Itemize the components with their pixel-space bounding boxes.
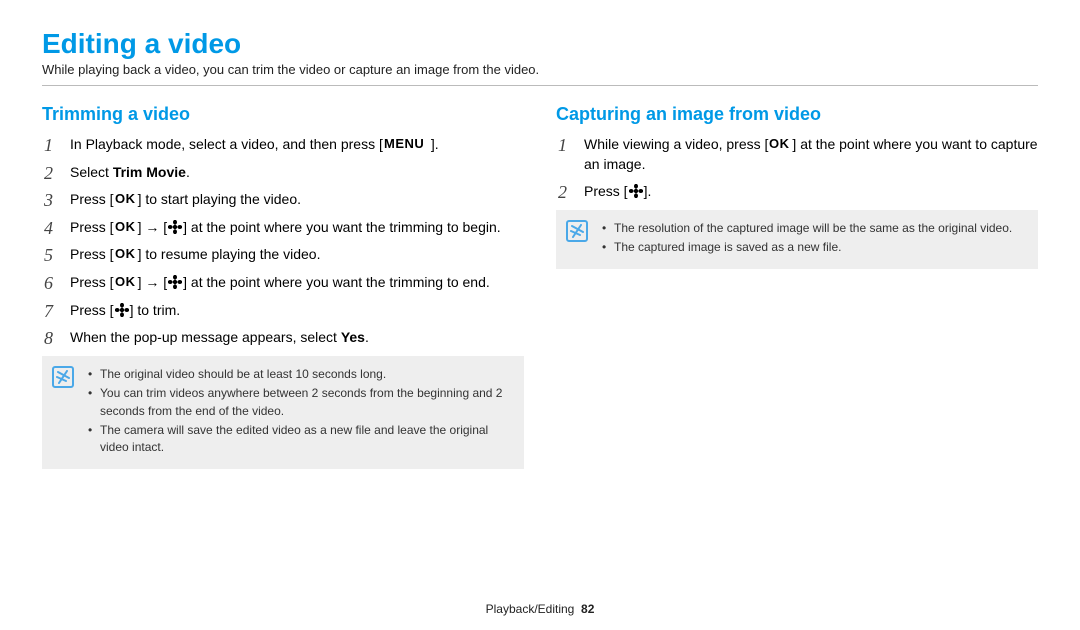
step-7: Press [] to trim. [42, 301, 524, 321]
right-note-1: The resolution of the captured image wil… [602, 220, 1026, 237]
step-8: When the pop-up message appears, select … [42, 328, 524, 348]
page-title: Editing a video [42, 28, 1038, 60]
capturing-steps: While viewing a video, press [] at the p… [556, 135, 1038, 202]
yes-label: Yes [341, 329, 365, 345]
intro-text: While playing back a video, you can trim… [42, 62, 1038, 86]
step-3: Press [] to start playing the video. [42, 190, 524, 210]
right-note: The resolution of the captured image wil… [556, 210, 1038, 269]
trim-movie-label: Trim Movie [113, 164, 186, 180]
footer-section: Playback/Editing [486, 602, 575, 616]
left-column: Trimming a video In Playback mode, selec… [42, 104, 524, 469]
step-1r: While viewing a video, press [] at the p… [556, 135, 1038, 174]
info-icon [52, 366, 74, 388]
right-note-2: The captured image is saved as a new fil… [602, 239, 1026, 256]
left-heading: Trimming a video [42, 104, 524, 125]
ok-icon [115, 192, 137, 206]
left-note-2: You can trim videos anywhere between 2 s… [88, 385, 512, 420]
menu-icon [384, 137, 430, 151]
step-5: Press [] to resume playing the video. [42, 245, 524, 265]
info-icon [566, 220, 588, 242]
right-heading: Capturing an image from video [556, 104, 1038, 125]
flower-icon [115, 303, 129, 317]
trimming-steps: In Playback mode, select a video, and th… [42, 135, 524, 348]
content-columns: Trimming a video In Playback mode, selec… [42, 104, 1038, 469]
flower-icon [168, 220, 182, 234]
left-note: The original video should be at least 10… [42, 356, 524, 469]
step-1: In Playback mode, select a video, and th… [42, 135, 524, 155]
flower-icon [629, 184, 643, 198]
step-2: Select Trim Movie. [42, 163, 524, 183]
left-note-3: The camera will save the edited video as… [88, 422, 512, 457]
flower-icon [168, 275, 182, 289]
footer: Playback/Editing 82 [0, 602, 1080, 616]
left-note-1: The original video should be at least 10… [88, 366, 512, 383]
page-number: 82 [581, 602, 594, 616]
ok-icon [115, 247, 137, 261]
ok-icon [769, 137, 791, 151]
ok-icon [115, 220, 137, 234]
step-4: Press [] → [] at the point where you wan… [42, 218, 524, 238]
step-2r: Press []. [556, 182, 1038, 202]
step-6: Press [] → [] at the point where you wan… [42, 273, 524, 293]
right-column: Capturing an image from video While view… [556, 104, 1038, 469]
ok-icon [115, 275, 137, 289]
